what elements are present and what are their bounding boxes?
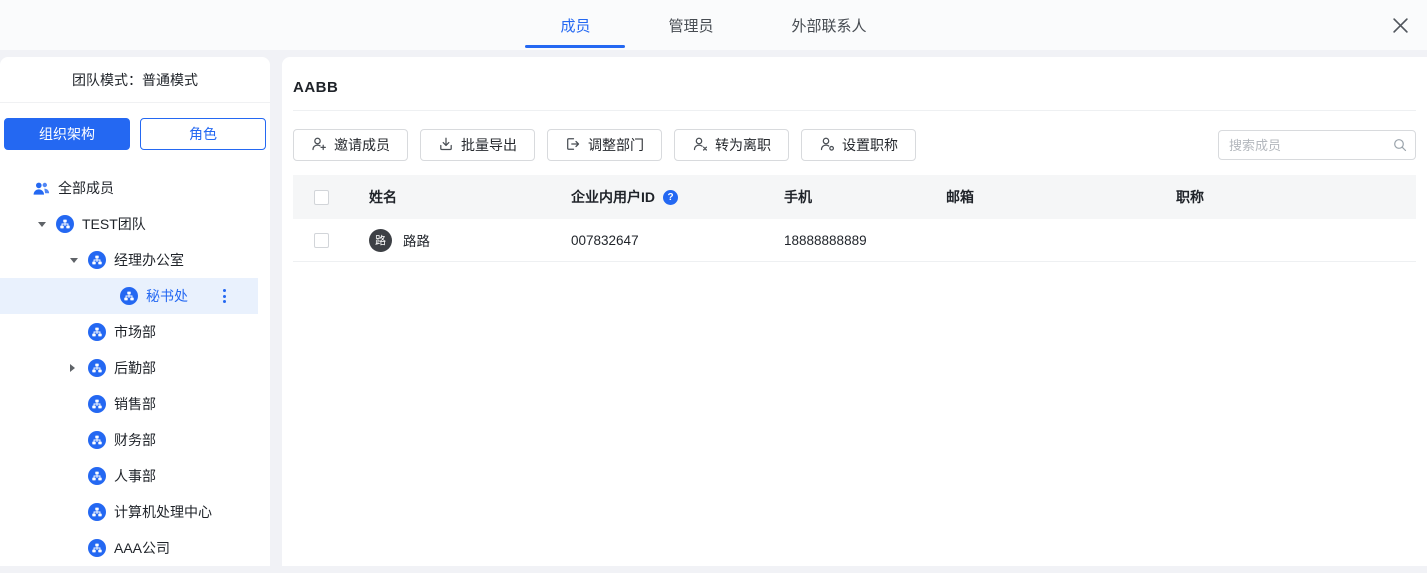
tree-item-label: AAA公司 <box>114 538 170 558</box>
tree-item-label: 财务部 <box>114 430 156 450</box>
tree-item-label: 后勤部 <box>114 358 156 378</box>
member-name-cell: 路 路路 <box>349 229 551 252</box>
search-input[interactable] <box>1218 130 1416 160</box>
tree-item-manager-office[interactable]: 经理办公室 <box>0 242 270 278</box>
set-job-title-button[interactable]: 设置职称 <box>801 129 916 161</box>
header-email: 邮箱 <box>926 187 1156 207</box>
header-user-id-label: 企业内用户ID <box>571 187 655 207</box>
member-user-id: 007832647 <box>551 233 764 248</box>
member-phone: 18888888889 <box>764 233 926 248</box>
download-icon <box>438 136 454 155</box>
button-label: 批量导出 <box>461 135 517 155</box>
roles-button[interactable]: 角色 <box>140 118 266 150</box>
org-dept-icon <box>88 503 106 521</box>
org-dept-icon <box>120 287 138 305</box>
transfer-icon <box>565 136 581 155</box>
tree-item-logistics[interactable]: 后勤部 <box>0 350 270 386</box>
org-dept-icon <box>56 215 74 233</box>
member-name: 路路 <box>403 230 430 250</box>
tree-item-label: 经理办公室 <box>114 250 184 270</box>
tree-item-label: 全部成员 <box>58 178 114 198</box>
tree-item-label: TEST团队 <box>82 214 146 234</box>
org-sidebar: 团队模式：普通模式 组织架构 角色 全部成员 <box>0 57 270 566</box>
content-area: 团队模式：普通模式 组织架构 角色 全部成员 <box>0 50 1427 566</box>
row-checkbox[interactable] <box>314 233 329 248</box>
tree-item-computer-center[interactable]: 计算机处理中心 <box>0 494 270 530</box>
department-title: AABB <box>293 57 1416 96</box>
header-name: 姓名 <box>349 187 551 207</box>
org-dept-icon <box>88 251 106 269</box>
tree-item-secretariat-selected[interactable]: 秘书处 <box>0 278 258 314</box>
help-icon[interactable]: ? <box>663 190 678 205</box>
button-label: 邀请成员 <box>334 135 390 155</box>
team-mode-label: 团队模式：普通模式 <box>0 57 270 103</box>
avatar: 路 <box>369 229 392 252</box>
person-add-icon <box>311 136 327 155</box>
table-header-row: 姓名 企业内用户ID ? 手机 邮箱 职称 <box>293 175 1416 219</box>
org-dept-icon <box>88 323 106 341</box>
tab-label: 管理员 <box>668 15 713 36</box>
caret-down-icon[interactable] <box>70 258 88 263</box>
org-dept-icon <box>88 539 106 557</box>
tree-item-aaa-company[interactable]: AAA公司 <box>0 530 270 566</box>
invite-member-button[interactable]: 邀请成员 <box>293 129 408 161</box>
members-table: 姓名 企业内用户ID ? 手机 邮箱 职称 路 路路 007832647 188… <box>293 175 1416 262</box>
header-job-title: 职称 <box>1156 187 1416 207</box>
tree-item-sales[interactable]: 销售部 <box>0 386 270 422</box>
group-icon <box>33 181 50 196</box>
tree-item-label: 人事部 <box>114 466 156 486</box>
tab-external-contacts[interactable]: 外部联系人 <box>780 0 879 50</box>
org-dept-icon <box>88 359 106 377</box>
select-all-checkbox[interactable] <box>314 190 329 205</box>
button-label: 调整部门 <box>588 135 644 155</box>
tab-label: 外部联系人 <box>792 15 867 36</box>
tree-item-test-team[interactable]: TEST团队 <box>0 206 270 242</box>
members-panel: AABB 邀请成员 批量导出 <box>282 57 1427 566</box>
batch-export-button[interactable]: 批量导出 <box>420 129 535 161</box>
person-remove-icon <box>692 136 708 155</box>
caret-right-icon[interactable] <box>70 364 88 372</box>
close-icon[interactable] <box>1389 14 1411 36</box>
title-divider <box>293 110 1416 111</box>
tab-group: 成员 管理员 外部联系人 <box>548 0 878 50</box>
person-settings-icon <box>819 136 835 155</box>
org-tree: 全部成员 TEST团队 经理办公室 <box>0 170 270 566</box>
adjust-department-button[interactable]: 调整部门 <box>547 129 662 161</box>
org-structure-button[interactable]: 组织架构 <box>4 118 130 150</box>
kebab-menu-icon[interactable] <box>219 285 230 307</box>
tree-item-label: 计算机处理中心 <box>114 502 212 522</box>
tree-item-hr[interactable]: 人事部 <box>0 458 270 494</box>
tab-members[interactable]: 成员 <box>548 0 602 50</box>
button-label: 转为离职 <box>715 135 771 155</box>
button-label: 设置职称 <box>842 135 898 155</box>
org-dept-icon <box>88 467 106 485</box>
tree-item-all-members[interactable]: 全部成员 <box>0 170 270 206</box>
header-user-id: 企业内用户ID ? <box>551 187 764 207</box>
caret-down-icon[interactable] <box>38 222 56 227</box>
org-dept-icon <box>88 395 106 413</box>
tab-label: 成员 <box>560 15 590 36</box>
top-tab-bar: 成员 管理员 外部联系人 <box>0 0 1427 50</box>
search-icon[interactable] <box>1392 137 1408 158</box>
tab-admins[interactable]: 管理员 <box>656 0 725 50</box>
tree-item-finance[interactable]: 财务部 <box>0 422 270 458</box>
table-row[interactable]: 路 路路 007832647 18888888889 <box>293 219 1416 262</box>
tree-item-marketing[interactable]: 市场部 <box>0 314 270 350</box>
header-phone: 手机 <box>764 187 926 207</box>
tree-item-label: 秘书处 <box>146 286 188 306</box>
members-toolbar: 邀请成员 批量导出 调整部门 <box>293 129 1416 161</box>
set-resigned-button[interactable]: 转为离职 <box>674 129 789 161</box>
org-dept-icon <box>88 431 106 449</box>
sidebar-switch: 组织架构 角色 <box>0 103 270 156</box>
member-search <box>1218 130 1416 160</box>
tree-item-label: 市场部 <box>114 322 156 342</box>
tree-item-label: 销售部 <box>114 394 156 414</box>
